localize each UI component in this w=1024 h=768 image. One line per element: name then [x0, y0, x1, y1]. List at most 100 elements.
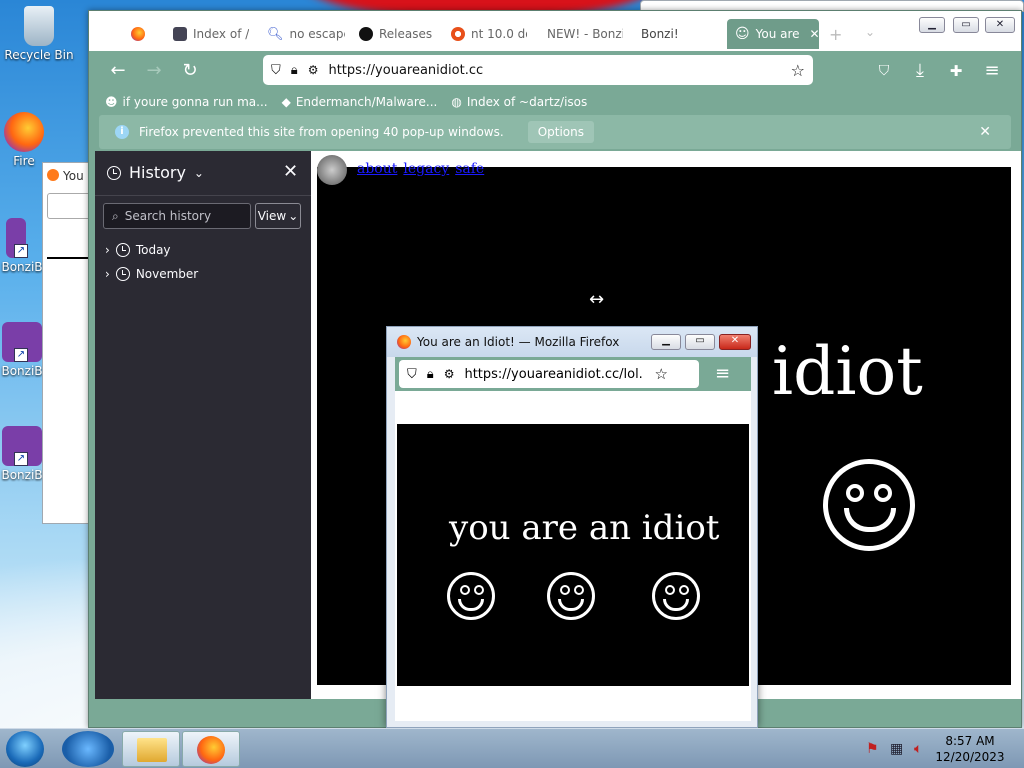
- menu-icon[interactable]: ≡: [981, 60, 1003, 82]
- search-icon: 🔍︎: [267, 26, 284, 42]
- options-button[interactable]: Options: [527, 121, 594, 143]
- new-tab-icon[interactable]: +: [829, 25, 842, 44]
- menu-icon[interactable]: ≡: [715, 363, 730, 384]
- tab-releases[interactable]: Releases: [351, 19, 435, 49]
- shield-icon[interactable]: ⛉: [407, 367, 417, 382]
- network-icon[interactable]: ▦: [890, 741, 903, 757]
- sidebar-title: History: [129, 163, 186, 182]
- history-group-november[interactable]: › November: [105, 267, 198, 281]
- action-center-icon[interactable]: ⚑: [866, 741, 879, 757]
- tab-strip: Index of / 🔍︎ no escape Releases nt 10.0…: [89, 11, 1021, 51]
- tab-label: You are: [755, 27, 800, 41]
- clock-icon: [115, 267, 130, 281]
- background-urlbar: [47, 193, 91, 219]
- bookmark-item[interactable]: ◆ Endermanch/Malware...: [282, 95, 438, 109]
- start-button[interactable]: [6, 731, 44, 767]
- pocket-icon[interactable]: ⛉: [873, 60, 895, 82]
- back-arrow-icon[interactable]: ←: [107, 60, 129, 82]
- permissions-icon[interactable]: ⚙︎: [444, 367, 455, 381]
- extensions-icon[interactable]: ✚: [945, 60, 967, 82]
- internet-explorer-icon[interactable]: [62, 731, 114, 767]
- desktop-icon-recycle-bin[interactable]: Recycle Bin: [4, 6, 74, 62]
- reload-icon[interactable]: ↻: [179, 60, 201, 82]
- tab-label: NEW! - Bonzi: [547, 27, 623, 41]
- tab-nt10[interactable]: nt 10.0 do: [443, 19, 527, 49]
- popup-url-text[interactable]: https://youareanidiot.cc/lol.: [464, 367, 644, 382]
- history-group-label: November: [135, 267, 199, 281]
- history-sidebar: History ⌄ ✕ ⌕ Search history View ⌄ › To…: [95, 151, 311, 699]
- volume-muted-icon[interactable]: 🔈︎: [914, 741, 922, 757]
- close-icon[interactable]: ✕: [979, 124, 991, 140]
- bookmark-item[interactable]: ☻ if youre gonna run ma...: [105, 95, 268, 109]
- big-idiot-text: idiot: [772, 333, 923, 410]
- popup-titlebar[interactable]: You are an Idiot! — Mozilla Firefox ▁ ▭ …: [387, 327, 757, 357]
- sidebar-divider: [95, 195, 311, 196]
- bookmark-star-icon[interactable]: ☆: [654, 365, 667, 383]
- link-legacy[interactable]: legacy: [403, 161, 449, 177]
- tab-no-escape[interactable]: 🔍︎ no escape: [259, 19, 345, 49]
- link-about[interactable]: about: [357, 161, 397, 177]
- desktop-icon-bonzi-3[interactable]: ↗ BonziB: [0, 426, 44, 482]
- speaker-icon: [317, 155, 347, 185]
- close-window-button[interactable]: ✕: [985, 17, 1015, 33]
- desktop-icon-bonzi-1[interactable]: ↗ BonziB: [0, 218, 44, 274]
- github-icon: ◆: [281, 95, 291, 109]
- popup-maximize-button[interactable]: ▭: [685, 334, 715, 350]
- folder-icon: [137, 738, 167, 762]
- popup-url-bar[interactable]: ⛉ 🔒︎ ⚙︎ https://youareanidiot.cc/lol. ☆: [399, 360, 699, 388]
- github-icon: [359, 27, 373, 41]
- downloads-icon[interactable]: ⤓: [909, 60, 931, 82]
- lock-icon[interactable]: 🔒︎: [427, 367, 434, 382]
- small-smiley-icon: [447, 572, 495, 620]
- system-clock[interactable]: 8:57 AM 12/20/2023: [930, 733, 1010, 765]
- firefox-taskbar-button[interactable]: [182, 731, 240, 767]
- explorer-taskbar-button[interactable]: [122, 731, 180, 767]
- popup-content: you are an idiot: [395, 391, 751, 721]
- tab-index-of[interactable]: Index of /: [165, 19, 249, 49]
- server-icon: [173, 27, 187, 41]
- bookmark-item[interactable]: ◍ Index of ~dartz/isos: [451, 95, 587, 109]
- lock-icon[interactable]: 🔒︎: [291, 63, 298, 78]
- tab-bonzi[interactable]: Bonzi!: [633, 19, 713, 49]
- tab-close-icon[interactable]: ✕: [810, 27, 819, 41]
- maximize-button[interactable]: ▭: [953, 17, 979, 33]
- globe-icon: ◍: [451, 95, 462, 109]
- popup-blocked-notification: i Firefox prevented this site from openi…: [99, 115, 1011, 149]
- background-window[interactable]: You: [42, 162, 92, 524]
- popup-minimize-button[interactable]: ▁: [651, 334, 681, 350]
- sidebar-header[interactable]: History ⌄: [107, 163, 204, 182]
- url-bar[interactable]: ⛉ 🔒︎ ⚙︎ https://youareanidiot.cc ☆: [263, 55, 813, 85]
- permissions-icon[interactable]: ⚙︎: [308, 63, 319, 77]
- search-history-input[interactable]: ⌕ Search history: [103, 203, 251, 229]
- history-group-today[interactable]: › Today: [105, 243, 171, 257]
- desktop-icon-label: Recycle Bin: [4, 48, 74, 62]
- forward-arrow-icon[interactable]: →: [143, 60, 165, 82]
- list-tabs-icon[interactable]: ⌄: [865, 25, 875, 39]
- desktop-icon-label: BonziB: [1, 260, 43, 274]
- popup-black-background: you are an idiot: [397, 424, 749, 686]
- url-text[interactable]: https://youareanidiot.cc: [328, 63, 483, 78]
- small-smiley-icon: [547, 572, 595, 620]
- firefox-icon: [47, 169, 59, 181]
- chevron-right-icon: ›: [105, 243, 110, 257]
- clock-time: 8:57 AM: [945, 734, 995, 748]
- desktop-icon-firefox[interactable]: Fire: [0, 112, 48, 168]
- popup-close-button[interactable]: ✕: [719, 334, 751, 350]
- chevron-right-icon: ›: [105, 267, 110, 281]
- view-button[interactable]: View ⌄: [255, 203, 301, 229]
- firefox-icon: [131, 27, 145, 41]
- minimize-button[interactable]: ▁: [919, 17, 945, 33]
- shield-icon[interactable]: ⛉: [271, 63, 281, 78]
- notification-text: Firefox prevented this site from opening…: [139, 125, 504, 139]
- tab-firefox[interactable]: [123, 19, 159, 49]
- tab-you-are-idiot[interactable]: ☺ You are ✕: [727, 19, 819, 49]
- popup-toolbar: ⛉ 🔒︎ ⚙︎ https://youareanidiot.cc/lol. ☆ …: [395, 357, 751, 391]
- sidebar-close-icon[interactable]: ✕: [283, 161, 298, 182]
- firefox-icon: [197, 736, 225, 764]
- tab-new-bonzi[interactable]: NEW! - Bonzi: [539, 19, 623, 49]
- bookmark-star-icon[interactable]: ☆: [791, 61, 805, 80]
- taskbar: ⚑ ▦ 🔈︎ 8:57 AM 12/20/2023: [0, 728, 1024, 768]
- tab-label: Bonzi!: [641, 27, 679, 41]
- link-safe[interactable]: safe: [455, 161, 484, 177]
- desktop-icon-bonzi-2[interactable]: ↗ BonziB: [0, 322, 44, 378]
